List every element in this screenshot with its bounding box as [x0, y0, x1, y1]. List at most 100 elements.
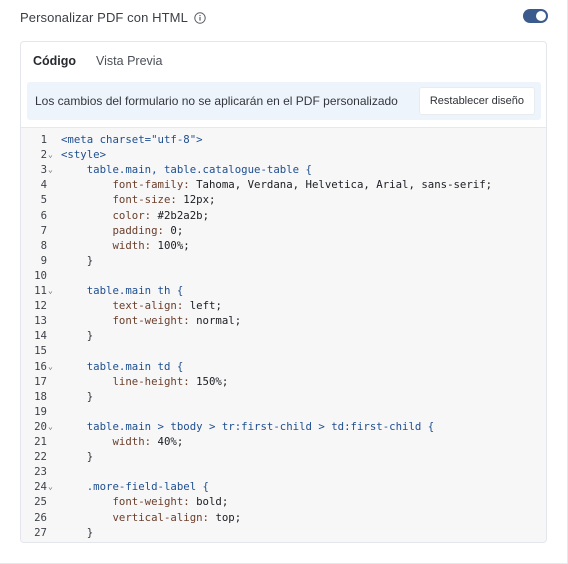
- code-line: 6 color: #2b2a2b;: [21, 208, 546, 223]
- fold-chevron-icon[interactable]: ⌄: [48, 479, 53, 494]
- code-token: font-weight:: [61, 314, 197, 328]
- code-text: }: [61, 449, 93, 464]
- code-token: Tahoma, Verdana, Helvetica, Arial, sans-…: [196, 178, 493, 192]
- line-number: 3: [40, 163, 47, 177]
- code-token: text-align:: [61, 299, 190, 313]
- code-line: 9 }: [21, 253, 546, 268]
- line-number: 25: [34, 495, 47, 509]
- code-line: 22 }: [21, 449, 546, 464]
- code-token: vertical-align:: [61, 510, 216, 524]
- code-token: left;: [189, 299, 222, 313]
- line-number: 15: [34, 344, 47, 358]
- code-text: color: #2b2a2b;: [61, 208, 209, 223]
- fold-chevron-icon[interactable]: ⌄: [48, 283, 53, 298]
- line-number: 22: [34, 450, 47, 464]
- line-number: 23: [34, 465, 47, 479]
- line-number: 5: [40, 193, 47, 207]
- code-text: table.main th {: [61, 283, 184, 298]
- code-text: }: [61, 525, 93, 540]
- line-number: 17: [34, 374, 47, 388]
- code-text: table.main, table.catalogue-table {: [61, 162, 312, 177]
- settings-section: Personalizar PDF con HTML Código Vista P…: [0, 0, 568, 564]
- line-number: 12: [34, 299, 47, 313]
- code-line: 25 font-weight: bold;: [21, 494, 546, 509]
- code-line: 2 ⌄ <style>: [21, 147, 546, 162]
- code-token: color:: [61, 208, 158, 222]
- code-token: font-family:: [61, 178, 197, 192]
- code-line: 19: [21, 404, 546, 419]
- code-text: <style>: [61, 147, 106, 162]
- code-token: }: [61, 450, 94, 464]
- notice-banner: Los cambios del formulario no se aplicar…: [27, 82, 541, 120]
- code-token: }: [61, 329, 94, 343]
- code-token: }: [61, 389, 94, 403]
- code-token: line-height:: [61, 374, 197, 388]
- code-line: 17 line-height: 150%;: [21, 374, 546, 389]
- line-number: 27: [34, 525, 47, 539]
- code-token: bold;: [196, 495, 229, 509]
- code-line: 1 <meta charset="utf-8">: [21, 132, 546, 147]
- code-token: table.main td {: [61, 359, 184, 373]
- code-line: 24 ⌄ .more-field-label {: [21, 479, 546, 494]
- code-line: 21 width: 40%;: [21, 434, 546, 449]
- code-token: table.main > tbody > tr:first-child > td…: [61, 419, 435, 433]
- code-line: 16 ⌄ table.main td {: [21, 359, 546, 374]
- code-text: table.main > tbody > tr:first-child > td…: [61, 419, 434, 434]
- code-token: #2b2a2b;: [157, 208, 210, 222]
- toggle-knob: [536, 11, 546, 21]
- code-text: }: [61, 328, 93, 343]
- tab-bar: Código Vista Previa: [21, 42, 546, 80]
- code-token: width:: [61, 435, 158, 448]
- code-text: font-weight: bold;: [61, 494, 228, 509]
- code-token: 0;: [170, 223, 184, 237]
- line-number: 26: [34, 510, 47, 524]
- line-number: 2: [40, 148, 47, 162]
- line-number: 9: [40, 253, 47, 267]
- info-icon[interactable]: [194, 11, 206, 24]
- code-token: }: [61, 525, 94, 539]
- line-number: 18: [34, 389, 47, 403]
- code-token: <meta charset="utf-8">: [61, 133, 203, 146]
- code-editor[interactable]: 1 <meta charset="utf-8"> 2 ⌄ <style> 3 ⌄ table…: [21, 127, 546, 542]
- code-text: text-align: left;: [61, 298, 222, 313]
- line-number: 14: [34, 329, 47, 343]
- code-text: }: [61, 253, 93, 268]
- fold-chevron-icon[interactable]: ⌄: [48, 359, 53, 374]
- reset-design-button[interactable]: Restablecer diseño: [418, 87, 535, 115]
- code-token: 12px;: [183, 193, 216, 207]
- code-token: font-weight:: [61, 495, 197, 509]
- code-token: table.main th {: [61, 284, 184, 297]
- code-line: 26 vertical-align: top;: [21, 510, 546, 525]
- html-editor-panel: Código Vista Previa Los cambios del form…: [20, 41, 547, 543]
- fold-chevron-icon[interactable]: ⌄: [48, 162, 53, 177]
- code-line: 13 font-weight: normal;: [21, 313, 546, 328]
- code-text: padding: 0;: [61, 223, 183, 238]
- code-text: font-family: Tahoma, Verdana, Helvetica,…: [61, 177, 492, 192]
- code-line: 4 font-family: Tahoma, Verdana, Helvetic…: [21, 177, 546, 192]
- line-number: 10: [34, 268, 47, 282]
- code-line: 14 }: [21, 328, 546, 343]
- code-token: padding:: [61, 223, 171, 237]
- code-line: 18 }: [21, 389, 546, 404]
- line-number: 7: [40, 223, 47, 237]
- tab-vista-previa[interactable]: Vista Previa: [96, 54, 162, 68]
- code-text: line-height: 150%;: [61, 374, 228, 389]
- code-token: 40%;: [157, 435, 184, 448]
- code-line: 27 }: [21, 525, 546, 540]
- fold-chevron-icon[interactable]: ⌄: [48, 419, 53, 434]
- line-number: 16: [34, 359, 47, 373]
- code-text: width: 40%;: [61, 434, 183, 449]
- section-title: Personalizar PDF con HTML: [20, 9, 188, 25]
- code-text: table.main td {: [61, 359, 184, 374]
- code-text: .more-field-label {: [61, 479, 209, 494]
- code-line: 23: [21, 464, 546, 479]
- code-token: normal;: [196, 314, 242, 328]
- tab-codigo[interactable]: Código: [33, 54, 76, 68]
- html-pdf-toggle[interactable]: [523, 9, 548, 23]
- code-line: 20 ⌄ table.main > tbody > tr:first-child …: [21, 419, 546, 434]
- line-number: 6: [40, 208, 47, 222]
- section-header: Personalizar PDF con HTML: [20, 7, 206, 27]
- line-number: 21: [34, 435, 47, 448]
- code-text: <meta charset="utf-8">: [61, 132, 203, 147]
- fold-chevron-icon[interactable]: ⌄: [48, 147, 53, 162]
